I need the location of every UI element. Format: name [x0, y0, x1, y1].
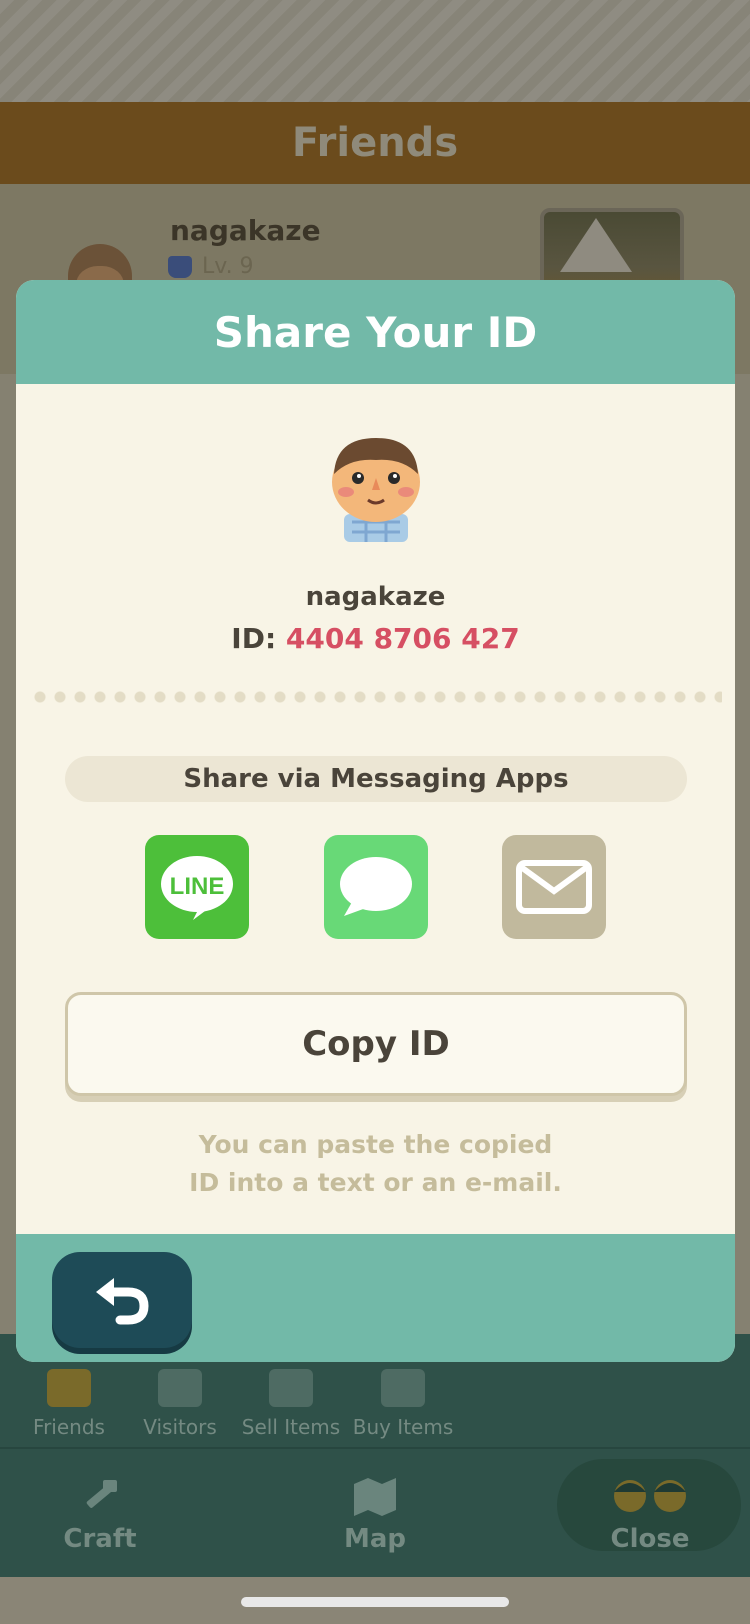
share-mail-button[interactable] — [502, 835, 606, 939]
copy-hint-text: You can paste the copied ID into a text … — [16, 1126, 735, 1202]
background-pattern — [0, 0, 750, 102]
id-value: 4404 8706 427 — [285, 622, 520, 655]
subnav-friends-label: Friends — [33, 1415, 105, 1439]
friend-name: nagakaze — [170, 214, 321, 247]
hammer-icon — [86, 1480, 117, 1508]
hint-line-2: ID into a text or an e-mail. — [189, 1168, 562, 1197]
id-label: ID: — [231, 622, 286, 655]
map-button[interactable]: Map — [300, 1449, 450, 1579]
map-icon — [354, 1478, 396, 1516]
bottom-bar: Craft Map Close — [0, 1447, 750, 1577]
line-icon-text: LINE — [170, 873, 225, 900]
player-avatar — [332, 438, 420, 542]
friend-level-text: Lv. 9 — [202, 254, 254, 279]
subnav-visitors-label: Visitors — [143, 1415, 217, 1439]
line-icon: LINE — [161, 856, 233, 920]
share-line-button[interactable]: LINE — [145, 835, 249, 939]
close-button-content[interactable]: Close — [570, 1449, 730, 1579]
back-button[interactable] — [52, 1252, 192, 1348]
player-name: nagakaze — [305, 582, 446, 612]
footprints-icon — [158, 1369, 202, 1407]
modal-title: Share Your ID — [213, 307, 538, 357]
subnav-buy-items-label: Buy Items — [352, 1415, 454, 1439]
copy-id-button[interactable]: Copy ID — [65, 992, 687, 1096]
friends-icon — [47, 1369, 91, 1407]
craft-button[interactable]: Craft — [40, 1449, 160, 1579]
buy-items-icon — [381, 1369, 425, 1407]
close-label: Close — [610, 1524, 690, 1554]
share-via-label: Share via Messaging Apps — [65, 756, 687, 802]
modal-footer — [16, 1234, 735, 1362]
friend-level: Lv. 9 — [168, 254, 254, 279]
craft-label: Craft — [63, 1524, 137, 1554]
dotted-divider — [30, 690, 722, 704]
message-bubble-icon — [340, 857, 412, 916]
back-arrow-icon — [96, 1278, 149, 1325]
envelope-icon — [516, 860, 592, 914]
modal-header: Share Your ID — [16, 280, 735, 384]
villagers-icon — [614, 1480, 686, 1512]
friends-title: Friends — [291, 120, 459, 166]
share-messages-button[interactable] — [324, 835, 428, 939]
sell-box-icon — [269, 1369, 313, 1407]
map-label: Map — [343, 1524, 407, 1554]
player-id: ID: 4404 8706 427 — [16, 622, 735, 655]
subnav-sell-items-label: Sell Items — [241, 1415, 341, 1439]
share-id-modal: Share Your ID nagakaze ID: 4404 8706 427… — [16, 280, 735, 1362]
cat-icon — [168, 255, 192, 278]
hint-line-1: You can paste the copied — [198, 1130, 553, 1159]
home-indicator[interactable] — [241, 1597, 509, 1607]
friends-header: Friends — [0, 102, 750, 184]
